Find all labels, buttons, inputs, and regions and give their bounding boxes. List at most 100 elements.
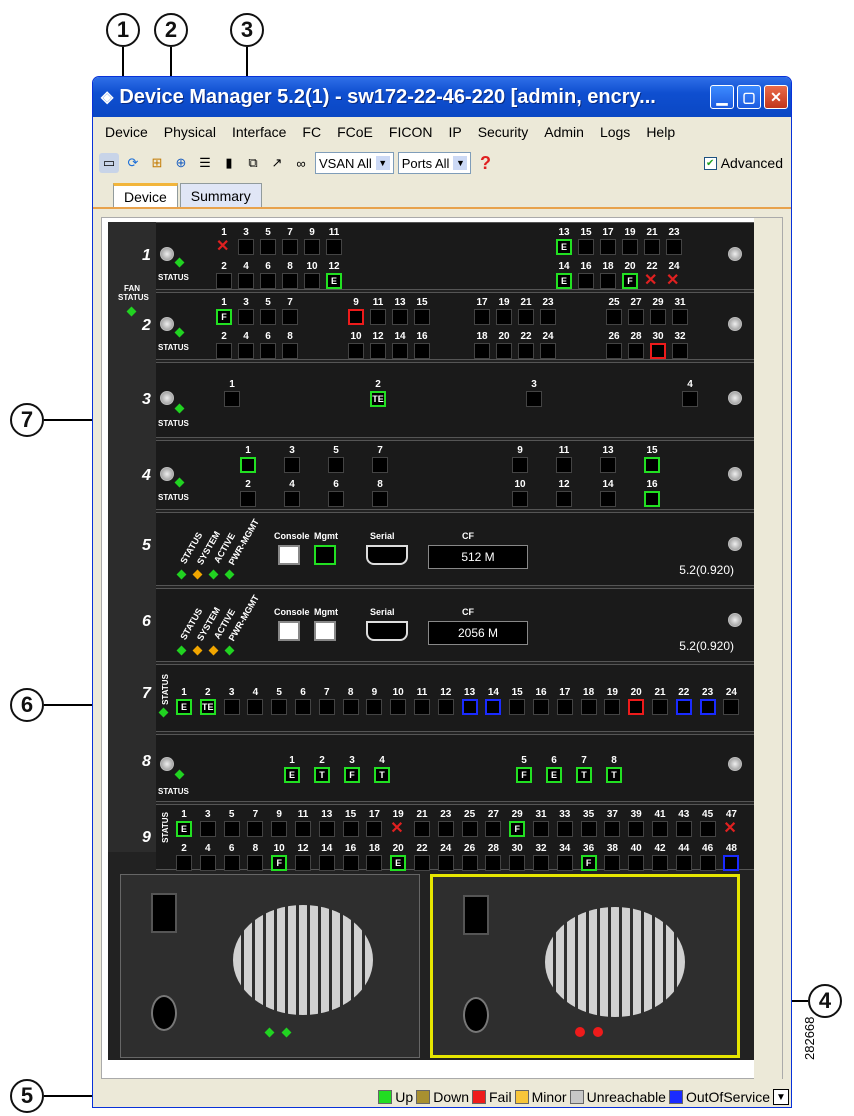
- help-icon[interactable]: ?: [475, 153, 495, 173]
- port-5[interactable]: [260, 309, 276, 325]
- port-18[interactable]: [580, 699, 597, 715]
- mgmt-port[interactable]: [314, 621, 336, 641]
- slot-1[interactable]: 1 STATUS 1 ✕ 3 5 7 9 11 2 4 6 8 10 12 E 13 E 15 17 19 21 23 1…: [142, 222, 754, 290]
- zoom-icon[interactable]: ⊕: [171, 153, 191, 173]
- port-16[interactable]: [533, 699, 549, 715]
- port-24[interactable]: [540, 343, 556, 359]
- port-23[interactable]: [437, 821, 454, 837]
- port-9[interactable]: [271, 821, 288, 837]
- port-2[interactable]: [216, 343, 232, 359]
- slot-2[interactable]: 2 STATUS 1 F 3 5 7 2 4 6 8 9 11 13 15 10 12 14 16 17 19 21 2…: [142, 292, 754, 360]
- port-failed-x-icon[interactable]: ✕: [666, 273, 679, 289]
- port-3[interactable]: [199, 821, 216, 837]
- port-22[interactable]: [518, 343, 534, 359]
- port-3[interactable]: [284, 457, 300, 473]
- slot-8[interactable]: 8 STATUS 1 E 2 T 3 F 4 T 5 F 6 E 7 T 8 T: [142, 734, 754, 802]
- port-7[interactable]: [247, 821, 264, 837]
- port-2[interactable]: TE: [370, 391, 386, 407]
- port-4[interactable]: [247, 699, 264, 715]
- serial-port[interactable]: [366, 545, 408, 565]
- port-22[interactable]: [414, 855, 430, 871]
- port-13[interactable]: [392, 309, 408, 325]
- port-9[interactable]: [366, 699, 383, 715]
- port-14[interactable]: [392, 343, 408, 359]
- port-6[interactable]: [260, 343, 276, 359]
- power-supply-1[interactable]: [120, 874, 420, 1058]
- port-5[interactable]: [223, 821, 240, 837]
- port-11[interactable]: [370, 309, 386, 325]
- port-12[interactable]: [370, 343, 386, 359]
- port-25[interactable]: [461, 821, 478, 837]
- port-35[interactable]: [580, 821, 597, 837]
- menu-device[interactable]: Device: [97, 124, 156, 140]
- port-21[interactable]: [644, 239, 660, 255]
- port-9[interactable]: [512, 457, 528, 473]
- port-3[interactable]: [223, 699, 240, 715]
- port-17[interactable]: [474, 309, 490, 325]
- binoculars-icon[interactable]: ∞: [291, 153, 311, 173]
- port-14[interactable]: [485, 699, 502, 715]
- port-23[interactable]: [666, 239, 682, 255]
- port-28[interactable]: [628, 343, 644, 359]
- port-1[interactable]: E: [284, 767, 300, 783]
- slot-4[interactable]: 4 STATUS 1 3 5 7 2 4 6 8 9 11 13 15 10 12 14 16: [142, 440, 754, 510]
- close-button[interactable]: ✕: [764, 85, 788, 109]
- slot-9[interactable]: 9 STATUS 1 E 3 5 7 9 11 13 15 17 19 ✕ 21 23 25 27 29 F 31 3…: [142, 804, 754, 871]
- port-5[interactable]: [328, 457, 344, 473]
- port-46[interactable]: [699, 855, 716, 871]
- port-9[interactable]: [348, 309, 364, 325]
- port-failed-x-icon[interactable]: ✕: [723, 821, 736, 837]
- port-40[interactable]: [628, 855, 645, 871]
- port-42[interactable]: [652, 855, 668, 871]
- module-icon[interactable]: ▮: [219, 153, 239, 173]
- menu-fcoe[interactable]: FCoE: [329, 124, 381, 140]
- port-1[interactable]: [224, 391, 240, 407]
- port-36[interactable]: F: [580, 855, 597, 871]
- port-17[interactable]: [366, 821, 383, 837]
- port-5[interactable]: [260, 239, 276, 255]
- menu-admin[interactable]: Admin: [536, 124, 592, 140]
- port-17[interactable]: [556, 699, 573, 715]
- port-10[interactable]: [390, 699, 407, 715]
- port-2[interactable]: [176, 855, 192, 871]
- external-link-icon[interactable]: ↗: [267, 153, 287, 173]
- port-4[interactable]: [199, 855, 216, 871]
- port-13[interactable]: [461, 699, 478, 715]
- menu-ip[interactable]: IP: [440, 124, 469, 140]
- port-12[interactable]: [295, 855, 311, 871]
- table-icon[interactable]: ☰: [195, 153, 215, 173]
- port-23[interactable]: [699, 699, 716, 715]
- port-11[interactable]: [414, 699, 430, 715]
- menu-ficon[interactable]: FICON: [381, 124, 441, 140]
- port-2[interactable]: TE: [199, 699, 216, 715]
- port-23[interactable]: [540, 309, 556, 325]
- port-3[interactable]: [238, 239, 254, 255]
- port-1[interactable]: E: [176, 821, 192, 837]
- port-6[interactable]: [223, 855, 240, 871]
- port-8[interactable]: T: [606, 767, 622, 783]
- title-bar[interactable]: ◈ Device Manager 5.2(1) - sw172-22-46-22…: [93, 77, 791, 117]
- port-26[interactable]: [606, 343, 622, 359]
- port-24[interactable]: [723, 699, 740, 715]
- port-14[interactable]: [600, 491, 616, 507]
- port-11[interactable]: [556, 457, 572, 473]
- port-12[interactable]: [556, 491, 572, 507]
- port-18[interactable]: [366, 855, 383, 871]
- menu-logs[interactable]: Logs: [592, 124, 638, 140]
- port-18[interactable]: [600, 273, 616, 289]
- network-icon[interactable]: ⊞: [147, 153, 167, 173]
- console-port[interactable]: [278, 545, 300, 565]
- port-7[interactable]: [372, 457, 388, 473]
- menu-physical[interactable]: Physical: [156, 124, 224, 140]
- port-16[interactable]: [578, 273, 594, 289]
- port-10[interactable]: [348, 343, 364, 359]
- port-6[interactable]: [260, 273, 276, 289]
- port-16[interactable]: [644, 491, 660, 507]
- refresh-icon[interactable]: ⟳: [123, 153, 143, 173]
- port-19[interactable]: [496, 309, 512, 325]
- port-15[interactable]: [342, 821, 359, 837]
- port-20[interactable]: [628, 699, 645, 715]
- port-33[interactable]: [556, 821, 573, 837]
- port-45[interactable]: [699, 821, 716, 837]
- port-22[interactable]: [675, 699, 692, 715]
